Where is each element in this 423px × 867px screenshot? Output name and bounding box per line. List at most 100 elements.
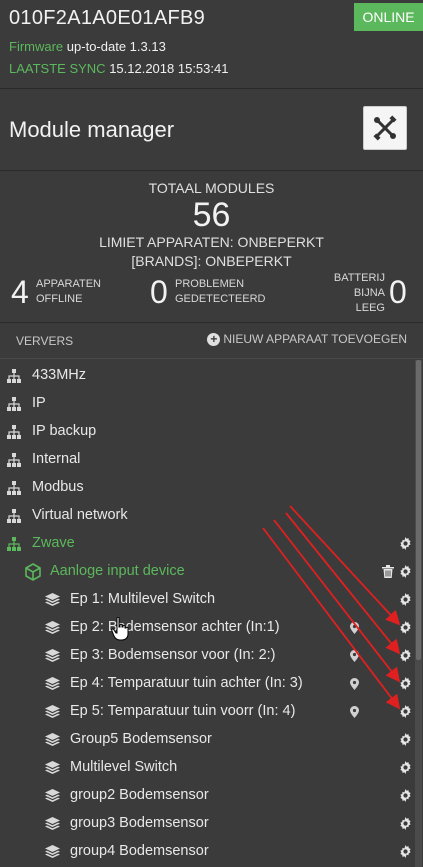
network-label: 433MHz	[32, 367, 86, 383]
scrollbar[interactable]	[415, 360, 422, 867]
tree-endpoint-item[interactable]: Ep 2: Bodemsensor achter (In:1)	[0, 614, 415, 642]
tree-toolbar: VERVERS + NIEUW APPARAAT TOEVOEGEN	[0, 328, 423, 354]
layers-icon	[45, 817, 60, 830]
layers-icon-wrap	[45, 705, 60, 719]
tree-endpoint-item[interactable]: Ep 3: Bodemsensor voor (In: 2:)	[0, 642, 415, 670]
location-pin-icon	[350, 650, 359, 662]
endpoint-label: Ep 3: Bodemsensor voor (In: 2:)	[70, 647, 276, 663]
sync-value: 15.12.2018 15:53:41	[109, 61, 229, 76]
network-label: Virtual network	[32, 507, 128, 523]
network-label: Internal	[32, 451, 81, 467]
network-icon	[7, 397, 21, 411]
battery-label-line1: BATTERIJ	[333, 272, 385, 284]
endpoint-label: group2 Bodemsensor	[70, 787, 209, 803]
endpoint-label: Ep 2: Bodemsensor achter (In:1)	[70, 619, 280, 635]
endpoint-label: Ep 1: Multilevel Switch	[70, 591, 216, 607]
location-pin-icon	[350, 622, 359, 634]
tree-network-item[interactable]: 433MHz	[0, 362, 415, 390]
tree-network-item[interactable]: IP backup	[0, 418, 415, 446]
refresh-button[interactable]: VERVERS	[16, 334, 73, 348]
network-icon-wrap	[7, 369, 21, 383]
layers-icon-wrap	[45, 733, 60, 747]
tree-endpoint-item[interactable]: group3 Bodemsensor	[0, 810, 415, 838]
module-manager-bar: Module manager	[0, 90, 423, 170]
tree-network-item[interactable]: Modbus	[0, 474, 415, 502]
network-label: Modbus	[32, 479, 84, 495]
tree-device-item[interactable]: Aanloge input device	[0, 558, 415, 586]
network-icon	[7, 509, 21, 523]
battery-count: 0	[389, 274, 407, 310]
tree-network-item[interactable]: IP	[0, 390, 415, 418]
layers-icon	[45, 789, 60, 802]
tree-endpoint-item[interactable]: group4 Bodemsensor	[0, 838, 415, 866]
gear-icon[interactable]	[399, 593, 412, 606]
tree-network-item[interactable]: Internal	[0, 446, 415, 474]
layers-icon-wrap	[45, 845, 60, 859]
device-limit: LIMIET APPARATEN: ONBEPERKT	[99, 234, 324, 250]
tree-endpoint-item[interactable]: Ep 1: Multilevel Switch	[0, 586, 415, 614]
endpoint-label: Group5 Bodemsensor	[70, 731, 212, 747]
trash-icon[interactable]	[382, 565, 394, 578]
tree-endpoint-item[interactable]: Multilevel Switch	[0, 754, 415, 782]
network-label: IP	[32, 395, 46, 411]
layers-icon-wrap	[45, 621, 60, 635]
module-stats: TOTAAL MODULES 56 LIMIET APPARATEN: ONBE…	[0, 172, 423, 320]
add-device-button[interactable]: + NIEUW APPARAAT TOEVOEGEN	[207, 332, 407, 346]
tree-endpoint-item[interactable]: Group5 Bodemsensor	[0, 726, 415, 754]
problems-label: PROBLEMEN GEDETECTEERD	[175, 277, 265, 307]
network-icon	[7, 425, 21, 439]
offline-label-line2: OFFLINE	[36, 293, 83, 305]
gear-icon[interactable]	[399, 845, 412, 858]
sync-info: LAATSTE SYNC 15.12.2018 15:53:41	[9, 61, 228, 76]
location-pin-icon	[350, 706, 359, 718]
network-label: IP backup	[32, 423, 97, 439]
tools-button[interactable]	[363, 106, 407, 150]
layers-icon	[45, 677, 60, 690]
divider	[0, 170, 423, 171]
status-badge: ONLINE	[354, 3, 423, 31]
gear-icon[interactable]	[399, 649, 412, 662]
layers-icon	[45, 705, 60, 718]
gear-icon[interactable]	[399, 789, 412, 802]
network-label: Zwave	[32, 535, 75, 551]
tree-endpoint-item[interactable]: group2 Bodemsensor	[0, 782, 415, 810]
tree-endpoint-item[interactable]: Ep 4: Temparatuur tuin achter (In: 3)	[0, 670, 415, 698]
tree-network-item[interactable]: Virtual network	[0, 502, 415, 530]
problems-count: 0	[150, 274, 168, 310]
tree-network-item[interactable]: Zwave	[0, 530, 415, 558]
gear-icon[interactable]	[399, 761, 412, 774]
layers-icon	[45, 845, 60, 858]
problems-label-line1: PROBLEMEN	[175, 278, 245, 290]
network-icon-wrap	[7, 425, 21, 439]
endpoint-label: Ep 4: Temparatuur tuin achter (In: 3)	[70, 675, 303, 691]
gear-icon[interactable]	[399, 565, 412, 578]
gear-icon[interactable]	[399, 705, 412, 718]
gear-icon[interactable]	[399, 621, 412, 634]
endpoint-label: group4 Bodemsensor	[70, 843, 209, 859]
network-icon-wrap	[7, 509, 21, 523]
layers-icon-wrap	[45, 593, 60, 607]
divider	[0, 358, 423, 359]
hand-cursor-icon	[111, 617, 129, 641]
layers-icon-wrap	[45, 817, 60, 831]
total-modules-label: TOTAAL MODULES	[148, 180, 275, 196]
device-label: Aanloge input device	[50, 563, 185, 579]
network-icon	[7, 537, 21, 551]
layers-icon	[45, 593, 60, 606]
tools-icon	[373, 115, 397, 141]
gear-icon[interactable]	[399, 817, 412, 830]
plus-circle-icon: +	[207, 332, 221, 346]
gear-icon[interactable]	[399, 733, 412, 746]
tree-endpoint-item[interactable]: Ep 5: Temparatuur tuin voorr (In: 4)	[0, 698, 415, 726]
battery-label-line3: LEEG	[355, 302, 385, 314]
layers-icon	[45, 733, 60, 746]
network-icon-wrap	[7, 397, 21, 411]
cube-icon	[25, 563, 41, 581]
gear-icon[interactable]	[399, 677, 412, 690]
gear-icon[interactable]	[399, 537, 412, 550]
offline-label-line1: APPARATEN	[36, 278, 101, 290]
problems-label-line2: GEDETECTEERD	[175, 293, 266, 305]
network-icon	[7, 369, 21, 383]
scrollbar-thumb[interactable]	[416, 360, 421, 660]
offline-label: APPARATEN OFFLINE	[36, 277, 101, 307]
